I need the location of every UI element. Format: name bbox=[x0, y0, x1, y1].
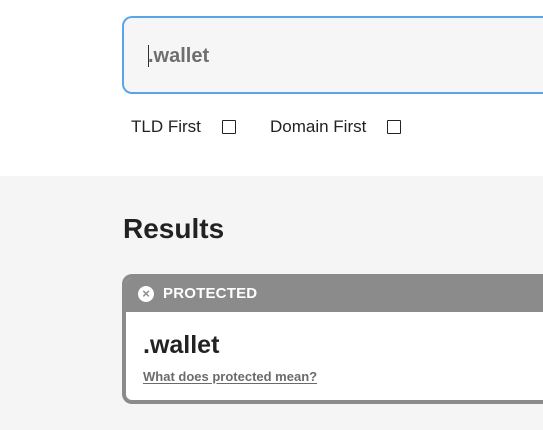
domain-first-option[interactable]: Domain First bbox=[270, 116, 402, 138]
domain-name: .wallet bbox=[143, 331, 220, 359]
search-section: TLD First Domain First bbox=[0, 0, 543, 176]
domain-first-label: Domain First bbox=[270, 117, 367, 136]
search-input[interactable] bbox=[148, 40, 538, 72]
tld-first-label: TLD First bbox=[131, 117, 201, 136]
close-icon: × bbox=[138, 286, 154, 302]
results-title: Results bbox=[123, 213, 225, 244]
card-header: × PROTECTED bbox=[126, 278, 543, 312]
search-box[interactable] bbox=[122, 16, 543, 94]
page: TLD First Domain First Results × PROTECT… bbox=[0, 0, 543, 430]
tld-first-option[interactable]: TLD First bbox=[131, 116, 236, 138]
results-section: Results × PROTECTED .wallet What does pr… bbox=[0, 176, 543, 430]
text-caret bbox=[148, 45, 149, 67]
status-badge: PROTECTED bbox=[163, 285, 258, 302]
tld-first-checkbox[interactable] bbox=[221, 120, 236, 134]
result-card: × PROTECTED .wallet What does protected … bbox=[122, 274, 543, 404]
domain-first-checkbox[interactable] bbox=[387, 120, 402, 134]
protected-info-link[interactable]: What does protected mean? bbox=[143, 369, 317, 384]
